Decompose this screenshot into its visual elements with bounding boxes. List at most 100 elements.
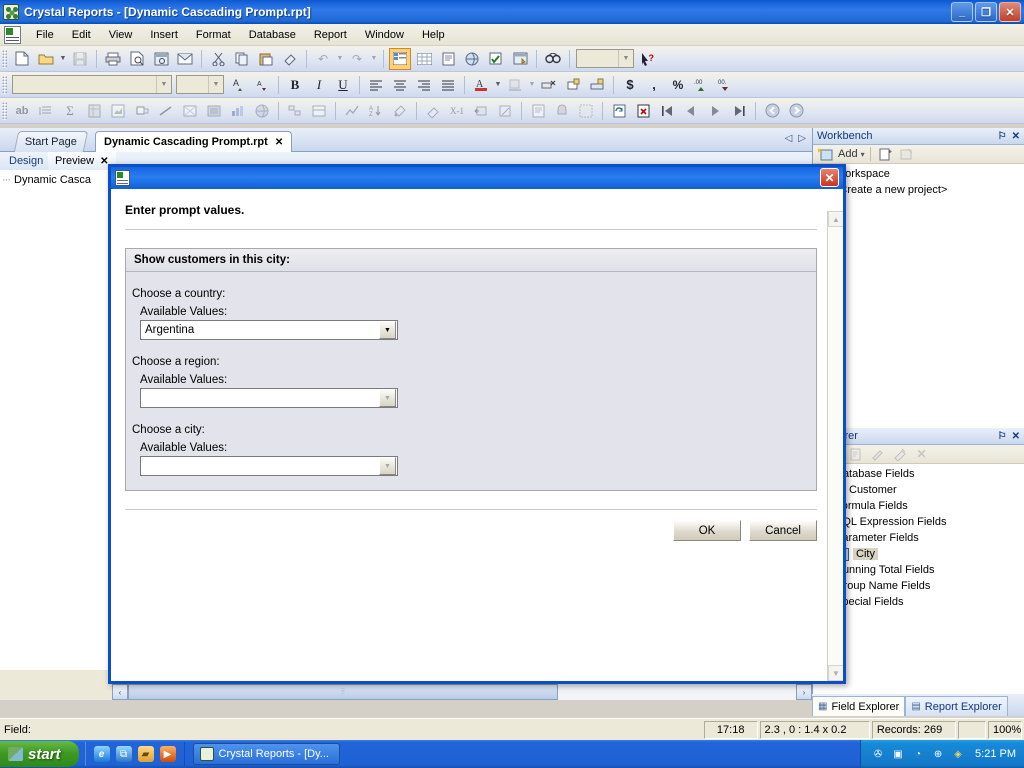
- font-name-combo[interactable]: ▼: [12, 75, 172, 94]
- tab-start-page[interactable]: Start Page: [13, 131, 89, 152]
- menu-item-file[interactable]: File: [27, 26, 63, 44]
- close-button[interactable]: ✕: [999, 2, 1021, 22]
- field-explorer-icon[interactable]: [389, 47, 411, 70]
- folder-icon[interactable]: ▰: [137, 746, 154, 762]
- menu-item-format[interactable]: Format: [187, 26, 240, 44]
- new-folder-icon[interactable]: [876, 146, 895, 163]
- tab-dynamic-cascading-prompt[interactable]: Dynamic Cascading Prompt.rpt ✕: [95, 131, 293, 152]
- insert-chart-icon[interactable]: [227, 100, 249, 122]
- new-field-icon[interactable]: [846, 446, 865, 463]
- report-icon[interactable]: [437, 48, 459, 70]
- tab-next-icon[interactable]: ▷: [798, 133, 806, 144]
- add-project-icon[interactable]: [816, 146, 835, 163]
- city-combo-box[interactable]: ▼: [140, 456, 398, 476]
- decrease-decimal-icon[interactable]: 00.: [715, 74, 737, 96]
- close-icon[interactable]: ✕: [275, 137, 283, 148]
- preview-sample-icon[interactable]: [509, 48, 531, 70]
- chevron-down-icon[interactable]: ▼: [379, 389, 396, 407]
- tab-field-explorer[interactable]: ▦ Field Explorer: [812, 696, 906, 716]
- toolbar-grip[interactable]: [2, 75, 7, 94]
- new-document-icon[interactable]: [11, 48, 33, 70]
- scroll-right-icon[interactable]: ›: [796, 684, 812, 700]
- suppress-icon[interactable]: [538, 74, 560, 96]
- country-combo-box[interactable]: Argentina ▼: [140, 320, 398, 340]
- document-properties-icon[interactable]: [527, 100, 549, 122]
- export-icon[interactable]: [174, 48, 196, 70]
- tray-clock[interactable]: 5:21 PM: [975, 748, 1016, 760]
- open-dropdown-icon[interactable]: ▼: [58, 49, 68, 69]
- shield-icon[interactable]: ◈: [951, 747, 965, 761]
- chevron-down-icon[interactable]: ▼: [208, 76, 223, 93]
- group-tree-icon[interactable]: [461, 48, 483, 70]
- lock-size-icon[interactable]: [562, 74, 584, 96]
- page-setup-icon[interactable]: [150, 48, 172, 70]
- tab-preview[interactable]: Preview ✕: [48, 152, 116, 170]
- open-folder-icon[interactable]: [35, 48, 57, 70]
- formula-workshop-icon[interactable]: X-1: [446, 100, 468, 122]
- chevron-down-icon[interactable]: ▾: [861, 150, 865, 159]
- volume-icon[interactable]: ◔: [911, 747, 925, 761]
- group-tree-item[interactable]: Dynamic Casca: [2, 174, 109, 186]
- toolbar-grip[interactable]: [2, 101, 7, 120]
- menu-item-insert[interactable]: Insert: [141, 26, 187, 44]
- copy-icon[interactable]: [231, 48, 253, 70]
- chevron-down-icon[interactable]: ▼: [618, 50, 633, 67]
- section-expert-icon[interactable]: [308, 100, 330, 122]
- network-activity-icon[interactable]: ✇: [871, 747, 885, 761]
- menu-item-window[interactable]: Window: [356, 26, 413, 44]
- chart-expert-icon[interactable]: [341, 100, 363, 122]
- currency-icon[interactable]: $: [619, 74, 641, 96]
- scroll-up-icon[interactable]: ▲: [828, 211, 843, 227]
- refresh-icon[interactable]: [608, 100, 630, 122]
- insert-crosstab-icon[interactable]: [83, 100, 105, 122]
- print-preview-icon[interactable]: [126, 48, 148, 70]
- preview-hscrollbar[interactable]: ‹ ⦙⦙ ›: [112, 684, 812, 700]
- find-icon[interactable]: [542, 48, 564, 70]
- insert-picture-icon[interactable]: [179, 100, 201, 122]
- underline-icon[interactable]: U: [332, 74, 354, 96]
- align-right-icon[interactable]: [413, 74, 435, 96]
- document-menu-icon[interactable]: [4, 25, 21, 44]
- hscroll-thumb[interactable]: ⦙⦙: [128, 684, 558, 700]
- font-color-dropdown-icon[interactable]: ▼: [493, 75, 503, 95]
- align-justify-icon[interactable]: [437, 74, 459, 96]
- tab-prev-icon[interactable]: ◁: [785, 133, 793, 144]
- sort-expert-icon[interactable]: AZ: [365, 100, 387, 122]
- close-icon[interactable]: ✕: [1012, 131, 1020, 142]
- menu-item-report[interactable]: Report: [305, 26, 356, 44]
- group-tree-pane[interactable]: Dynamic Casca: [0, 170, 112, 694]
- undo-dropdown-icon[interactable]: ▼: [335, 49, 345, 69]
- chevron-down-icon[interactable]: ▼: [379, 321, 396, 339]
- hscroll-track[interactable]: ⦙⦙: [128, 684, 796, 700]
- highlight-expert-icon[interactable]: [389, 100, 411, 122]
- menu-item-help[interactable]: Help: [413, 26, 454, 44]
- undo-icon[interactable]: ↶: [312, 48, 334, 70]
- minimize-button[interactable]: _: [951, 2, 973, 22]
- report-alerts-icon[interactable]: [551, 100, 573, 122]
- insert-box-icon[interactable]: [131, 100, 153, 122]
- close-preview-icon[interactable]: [632, 100, 654, 122]
- save-icon[interactable]: [69, 48, 91, 70]
- restore-button[interactable]: ❐: [975, 2, 997, 22]
- open-item-icon[interactable]: [898, 146, 917, 163]
- ok-button[interactable]: OK: [673, 520, 741, 541]
- insert-subreport-icon[interactable]: [107, 100, 129, 122]
- forward-icon[interactable]: [785, 100, 807, 122]
- cut-icon[interactable]: [207, 48, 229, 70]
- start-button[interactable]: start: [0, 741, 79, 767]
- redo-icon[interactable]: ↷: [346, 48, 368, 70]
- internet-explorer-icon[interactable]: e: [93, 746, 110, 762]
- increase-font-icon[interactable]: A: [227, 74, 249, 96]
- font-size-combo[interactable]: ▼: [176, 75, 224, 94]
- format-painter-icon[interactable]: [279, 48, 301, 70]
- region-combo-box[interactable]: ▼: [140, 388, 398, 408]
- dialog-vscrollbar[interactable]: ▲ ▼: [827, 211, 843, 681]
- chevron-down-icon[interactable]: ▼: [379, 457, 396, 475]
- select-expert-icon[interactable]: [485, 48, 507, 70]
- insert-special-field-icon[interactable]: [494, 100, 516, 122]
- pin-icon[interactable]: ⚐: [998, 131, 1007, 142]
- media-player-icon[interactable]: ▶: [159, 746, 176, 762]
- grid-icon[interactable]: [413, 48, 435, 70]
- decrease-font-icon[interactable]: A: [251, 74, 273, 96]
- insert-ole-icon[interactable]: [203, 100, 225, 122]
